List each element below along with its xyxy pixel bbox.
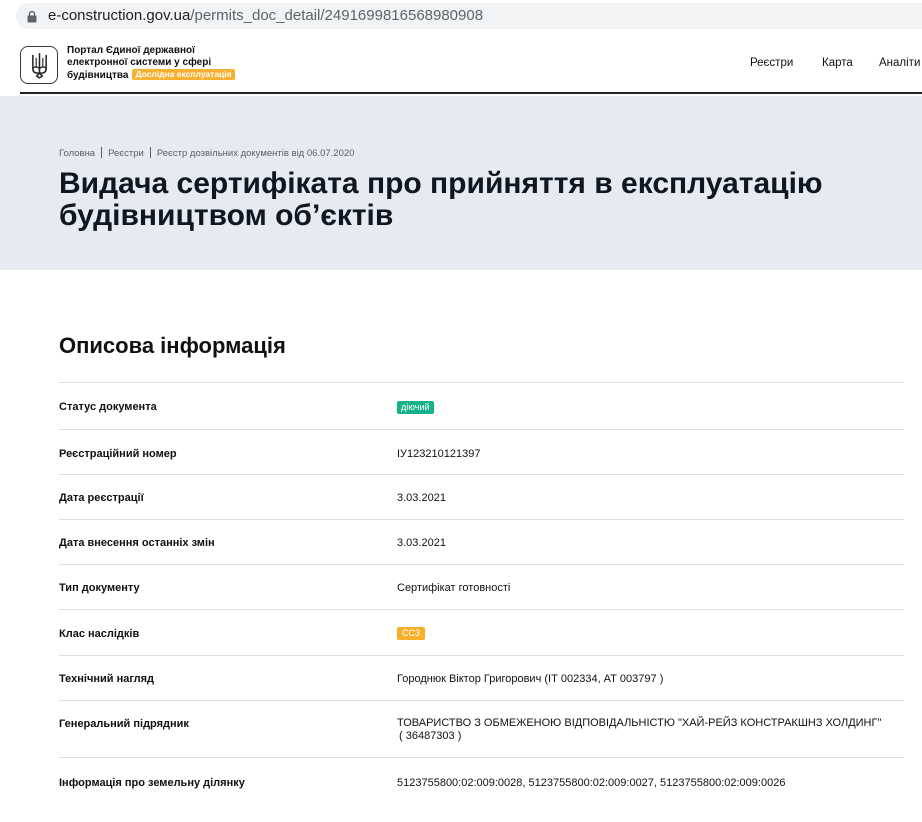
trident-icon — [32, 53, 47, 79]
breadcrumb-home[interactable]: Головна — [59, 148, 95, 159]
nav-map[interactable]: Карта — [822, 57, 853, 69]
url-path: /permits_doc_detail/2491699816568980908 — [190, 7, 484, 24]
consequence-class-badge: СС3 — [397, 627, 426, 640]
nav-registers[interactable]: Реєстри — [750, 57, 793, 69]
row-label: Інформація про земельну ділянку — [59, 777, 245, 789]
table-row: Дата внесення останніх змін 3.03.2021 — [59, 519, 904, 564]
row-value-line-1: ТОВАРИСТВО З ОБМЕЖЕНОЮ ВІДПОВІДАЛЬНІСТЮ … — [397, 717, 882, 729]
table-row: Інформація про земельну ділянку 51237558… — [59, 757, 904, 807]
page-title-line-2: будівництвом об’єктів — [59, 199, 394, 232]
status-badge: діючий — [397, 401, 434, 414]
row-label: Дата реєстрації — [59, 492, 144, 504]
lock-icon — [27, 10, 37, 23]
row-label: Реєстраційний номер — [59, 448, 177, 460]
portal-name-line-2: електронної системи у сфері — [67, 57, 212, 68]
row-value: СС3 — [397, 627, 426, 640]
header-divider — [20, 92, 922, 94]
breadcrumb-separator — [101, 147, 103, 158]
breadcrumb-separator — [149, 147, 151, 158]
row-label: Технічний нагляд — [59, 673, 155, 685]
logo[interactable] — [20, 46, 58, 84]
page-title: Видача сертифіката про прийняття в експл… — [59, 168, 823, 232]
table-row: Генеральний підрядник ТОВАРИСТВО З ОБМЕЖ… — [59, 700, 904, 757]
site-header: Портал Єдиної державної електронної сист… — [0, 32, 922, 94]
page-hero: Головна Реєстри Реєстр дозвільних документ… — [0, 96, 922, 270]
breadcrumb-registers[interactable]: Реєстри — [108, 148, 144, 159]
table-row: Тип документу Сертифікат готовності — [59, 564, 904, 609]
row-value: ІУ123210121397 — [397, 448, 481, 460]
row-label: Статус документа — [59, 401, 157, 413]
portal-name-line-3: будівництва Дослідна експлуатація — [67, 69, 235, 82]
table-row: Реєстраційний номер ІУ123210121397 — [59, 429, 904, 474]
url-host: e-construction.gov.ua — [48, 7, 191, 24]
row-value: діючий — [397, 401, 434, 414]
row-label: Генеральний підрядник — [59, 718, 189, 730]
table-row: Технічний нагляд Городнюк Віктор Григоро… — [59, 655, 904, 700]
section-title: Описова інформація — [59, 333, 286, 358]
url-text: e-construction.gov.ua/permits_doc_detail… — [48, 7, 483, 25]
row-value: Городнюк Віктор Григорович (ІТ 002334, А… — [397, 673, 664, 685]
browser-address-bar: e-construction.gov.ua/permits_doc_detail… — [0, 0, 922, 32]
row-value: Сертифікат готовності — [397, 582, 511, 594]
page-title-line-1: Видача сертифіката про прийняття в експл… — [59, 167, 823, 200]
breadcrumb: Головна Реєстри Реєстр дозвільних документ… — [59, 147, 354, 159]
portal-name: Портал Єдиної державної електронної сист… — [67, 45, 235, 82]
table-row: Клас наслідків СС3 — [59, 609, 904, 655]
row-value: 3.03.2021 — [397, 537, 446, 549]
row-value: 3.03.2021 — [397, 492, 446, 504]
row-value: ТОВАРИСТВО З ОБМЕЖЕНОЮ ВІДПОВІДАЛЬНІСТЮ … — [397, 717, 881, 743]
portal-name-line-3-text: будівництва — [67, 70, 129, 81]
breadcrumb-permits-registry[interactable]: Реєстр дозвільних документів від 06.07.2… — [157, 148, 355, 159]
nav-analytics[interactable]: Аналіти — [879, 57, 920, 69]
row-value-line-2: ( 36487303 ) — [399, 730, 462, 742]
row-label: Тип документу — [59, 582, 140, 594]
url-field[interactable]: e-construction.gov.ua/permits_doc_detail… — [16, 3, 922, 29]
row-label: Дата внесення останніх змін — [59, 537, 215, 549]
portal-name-line-1: Портал Єдиної державної — [67, 45, 195, 56]
beta-badge: Дослідна експлуатація — [132, 69, 235, 80]
table-row: Дата реєстрації 3.03.2021 — [59, 474, 904, 519]
table-row: Статус документа діючий — [59, 382, 904, 429]
row-value: 5123755800:02:009:0028, 5123755800:02:00… — [397, 777, 786, 789]
row-label: Клас наслідків — [59, 628, 140, 640]
